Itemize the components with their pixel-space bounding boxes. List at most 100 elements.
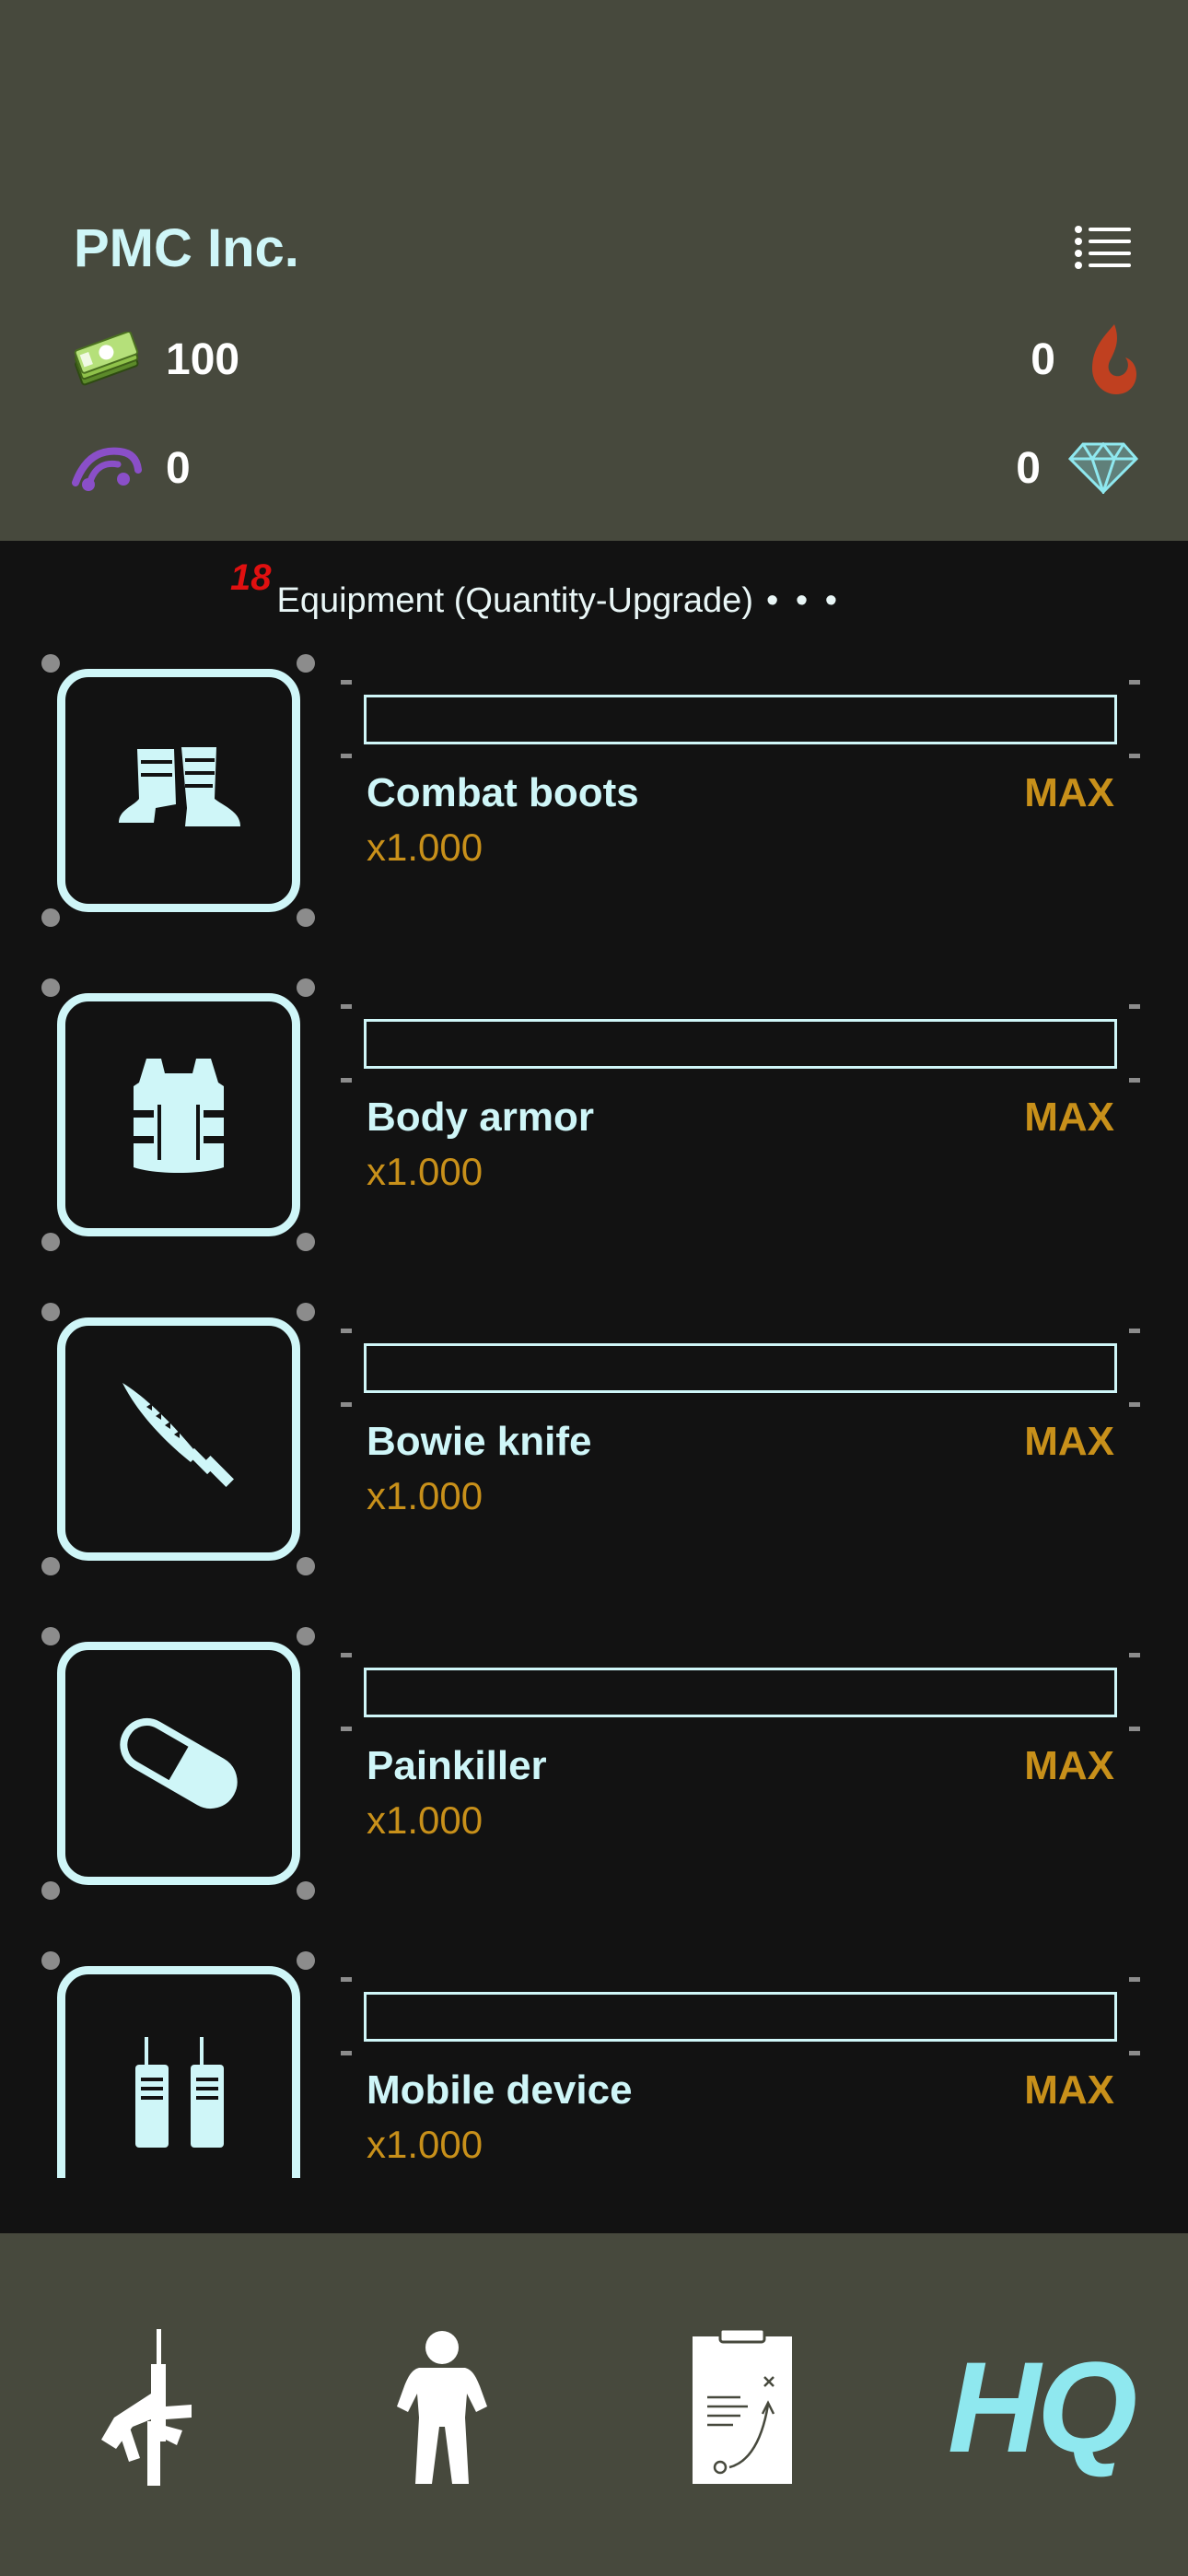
- tick-mark: [341, 1329, 352, 1333]
- corner-dot: [297, 1303, 315, 1321]
- gem-value: 0: [1016, 443, 1041, 493]
- rank-value: 0: [166, 443, 191, 493]
- corner-dot: [41, 1627, 60, 1645]
- gem-stat: 0: [1016, 442, 1138, 494]
- corner-dot: [41, 654, 60, 673]
- corner-dot: [297, 978, 315, 997]
- menu-button[interactable]: [1074, 225, 1131, 269]
- item-icon-box[interactable]: [57, 1317, 300, 1561]
- corner-dot: [297, 1233, 315, 1251]
- progress-bar: [364, 695, 1117, 744]
- item-name: Painkiller: [367, 1743, 547, 1788]
- rifle-icon: [101, 2329, 192, 2486]
- corner-dot: [297, 1627, 315, 1645]
- max-label: MAX: [1024, 770, 1114, 815]
- soldier-icon: [397, 2331, 487, 2484]
- tick-mark: [1129, 1653, 1140, 1657]
- tick-mark: [341, 2051, 352, 2055]
- more-options[interactable]: • • •: [766, 581, 841, 621]
- cash-icon: [74, 332, 139, 386]
- level-badge: 18: [230, 557, 272, 598]
- item-multiplier: x1.000: [367, 2123, 483, 2166]
- section-title: Equipment (Quantity-Upgrade): [276, 581, 753, 620]
- bottom-tab-bar: HQ: [0, 2233, 1188, 2576]
- corner-dot: [41, 1881, 60, 1900]
- list-item[interactable]: Bowie knife MAX x1.000: [0, 1284, 1188, 1609]
- tick-mark: [341, 1977, 352, 1982]
- item-icon-box[interactable]: [57, 1642, 300, 1885]
- diamond-icon: [1068, 442, 1138, 494]
- money-value: 100: [166, 334, 240, 384]
- tick-mark: [341, 754, 352, 758]
- tick-mark: [341, 1004, 352, 1009]
- top-header: PMC Inc. 100 0 0 0: [0, 0, 1188, 541]
- section-header: 18 Equipment (Quantity-Upgrade) • • •: [230, 547, 841, 621]
- radio-icon: [135, 2037, 224, 2148]
- tick-mark: [1129, 754, 1140, 758]
- item-name: Bowie knife: [367, 1419, 592, 1464]
- fire-stat: 0: [1031, 322, 1138, 396]
- max-label: MAX: [1024, 2067, 1114, 2113]
- max-label: MAX: [1024, 1419, 1114, 1464]
- item-icon-box[interactable]: [57, 1966, 300, 2178]
- max-label: MAX: [1024, 1095, 1114, 1140]
- corner-dot: [41, 908, 60, 927]
- equipment-list[interactable]: Combat boots MAX x1.000 Body armor MAX x…: [0, 636, 1188, 2178]
- item-multiplier: x1.000: [367, 1798, 483, 1842]
- corner-dot: [297, 908, 315, 927]
- clipboard-icon: [693, 2329, 792, 2484]
- corner-dot: [297, 1881, 315, 1900]
- progress-bar: [364, 1019, 1117, 1069]
- vest-icon: [134, 1059, 224, 1173]
- tick-mark: [1129, 1977, 1140, 1982]
- tick-mark: [341, 1653, 352, 1657]
- item-multiplier: x1.000: [367, 1474, 483, 1517]
- hq-label: HQ: [948, 2335, 1137, 2479]
- tick-mark: [1129, 1078, 1140, 1083]
- tick-mark: [1129, 1402, 1140, 1407]
- tick-mark: [1129, 1004, 1140, 1009]
- progress-bar: [364, 1992, 1117, 2042]
- progress-bar: [364, 1343, 1117, 1393]
- max-label: MAX: [1024, 1743, 1114, 1788]
- corner-dot: [41, 1557, 60, 1575]
- corner-dot: [41, 1303, 60, 1321]
- tick-mark: [1129, 2051, 1140, 2055]
- tick-mark: [1129, 1329, 1140, 1333]
- list-item[interactable]: Body armor MAX x1.000: [0, 960, 1188, 1284]
- item-icon-box[interactable]: [57, 669, 300, 912]
- tick-mark: [1129, 1727, 1140, 1731]
- knife-icon: [122, 1383, 234, 1487]
- item-name: Mobile device: [367, 2067, 633, 2113]
- list-item[interactable]: Combat boots MAX x1.000: [0, 636, 1188, 960]
- corner-dot: [41, 978, 60, 997]
- corner-dot: [297, 654, 315, 673]
- tab-character[interactable]: [350, 2301, 534, 2513]
- tick-mark: [341, 1402, 352, 1407]
- tick-mark: [341, 680, 352, 685]
- tick-mark: [1129, 680, 1140, 685]
- tick-mark: [341, 1727, 352, 1731]
- tick-mark: [341, 1078, 352, 1083]
- tab-missions[interactable]: [650, 2301, 834, 2513]
- fire-value: 0: [1031, 334, 1055, 384]
- list-item[interactable]: Mobile device MAX x1.000: [0, 1933, 1188, 2178]
- progress-bar: [364, 1668, 1117, 1717]
- corner-dot: [41, 1951, 60, 1970]
- company-name: PMC Inc.: [74, 218, 299, 278]
- tab-weapons[interactable]: [55, 2301, 239, 2513]
- flame-icon: [1092, 324, 1136, 394]
- item-name: Body armor: [367, 1095, 594, 1140]
- boots-icon: [119, 747, 240, 826]
- item-multiplier: x1.000: [367, 1150, 483, 1193]
- list-icon: [1075, 226, 1131, 269]
- corner-dot: [297, 1951, 315, 1970]
- item-multiplier: x1.000: [367, 825, 483, 869]
- rank-icon: [72, 447, 142, 491]
- corner-dot: [297, 1557, 315, 1575]
- tab-hq[interactable]: HQ: [930, 2301, 1151, 2513]
- corner-dot: [41, 1233, 60, 1251]
- rank-stat: 0: [70, 442, 191, 494]
- list-item[interactable]: Painkiller MAX x1.000: [0, 1609, 1188, 1933]
- item-icon-box[interactable]: [57, 993, 300, 1236]
